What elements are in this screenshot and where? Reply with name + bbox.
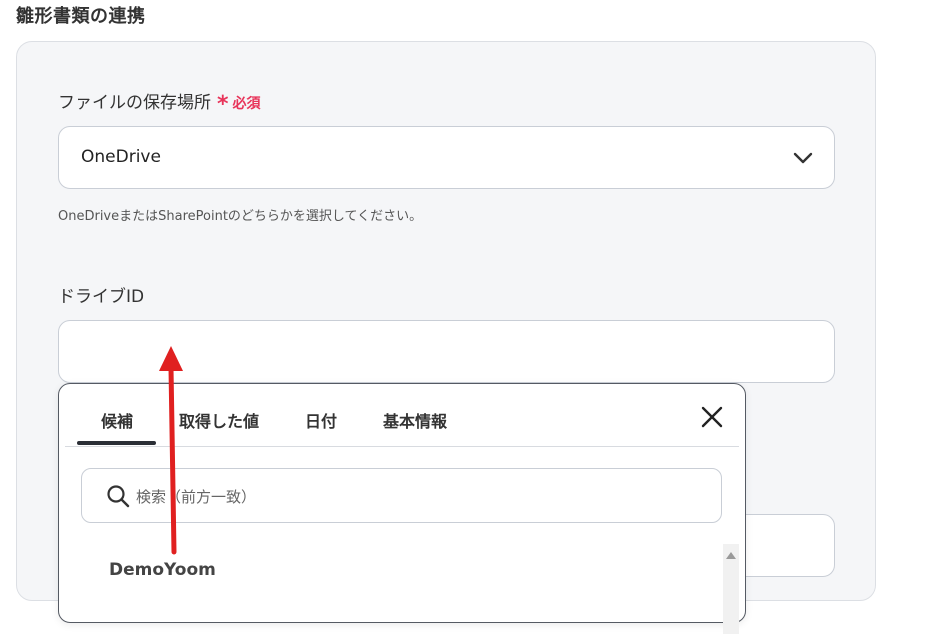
active-tab-indicator: [77, 441, 156, 445]
tab-date[interactable]: 日付: [305, 408, 337, 432]
tab-fetched-values[interactable]: 取得した値: [179, 408, 259, 432]
tab-candidates[interactable]: 候補: [101, 408, 133, 432]
value-picker-popover: 候補 取得した値 日付 基本情報 検索（前方一致） DemoYoom: [58, 383, 746, 634]
storage-field-label: ファイルの保存場所 * 必須: [58, 88, 261, 117]
storage-helper-text: OneDriveまたはSharePointのどちらかを選択してください。: [58, 209, 423, 224]
drive-id-input[interactable]: [58, 320, 835, 383]
tab-basic-info[interactable]: 基本情報: [383, 408, 447, 432]
search-icon: [107, 485, 130, 508]
required-asterisk: *: [217, 92, 229, 117]
search-placeholder: 検索（前方一致）: [136, 488, 257, 506]
chevron-down-icon[interactable]: [792, 149, 814, 167]
storage-label-text: ファイルの保存場所: [58, 93, 211, 113]
close-icon[interactable]: [701, 406, 723, 428]
candidate-search-input[interactable]: 検索（前方一致）: [81, 468, 722, 523]
drive-id-label: ドライブID: [58, 287, 145, 307]
list-item[interactable]: DemoYoom: [109, 560, 216, 580]
storage-select-value: OneDrive: [81, 147, 161, 167]
scroll-up-icon[interactable]: [726, 552, 736, 559]
section-title: 雛形書類の連携: [16, 6, 146, 27]
storage-select[interactable]: OneDrive: [58, 126, 835, 189]
popover-tabs: 候補 取得した値 日付 基本情報: [65, 384, 739, 447]
scrollbar[interactable]: [723, 544, 739, 634]
required-text: 必須: [232, 96, 261, 112]
